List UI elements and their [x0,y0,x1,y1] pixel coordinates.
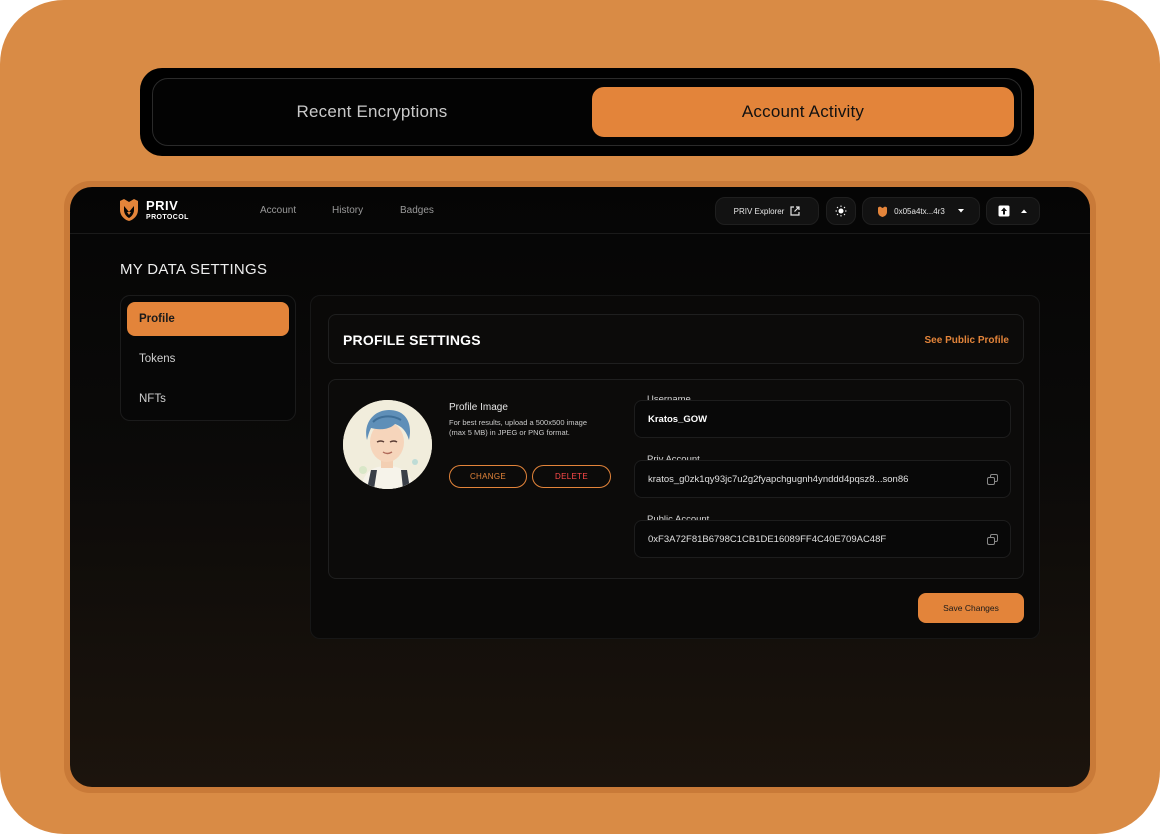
upload-icon [998,205,1010,217]
sun-icon [835,205,847,217]
caret-down-icon [957,209,964,213]
external-link-icon [790,206,800,216]
nav-account[interactable]: Account [260,205,296,216]
view-toggle-track: Recent Encryptions Account Activity [152,78,1022,146]
profile-image-help: For best results, upload a 500x500 image… [449,418,587,437]
nav-badges[interactable]: Badges [400,205,434,216]
wallet-avatar-icon [878,206,888,217]
delete-image-button[interactable]: DELETE [532,465,611,488]
page-title: MY DATA SETTINGS [120,261,268,278]
avatar[interactable] [343,400,432,489]
tab-recent-encryptions[interactable]: Recent Encryptions [161,87,583,137]
profile-header: PROFILE SETTINGS See Public Profile [328,314,1024,364]
priv-account-field: kratos_g0zk1qy93jc7u2g2fyapchgugnh4ynddd… [634,460,1011,498]
settings-sidebar: Profile Tokens NFTs [120,295,296,421]
explorer-label: PRIV Explorer [733,206,785,216]
brand-logo[interactable]: PRIV PROTOCOL [118,198,189,222]
brand-subtitle: PROTOCOL [146,214,189,221]
theme-toggle-button[interactable] [826,197,856,225]
username-field[interactable]: Kratos_GOW [634,400,1011,438]
caret-up-icon [1021,209,1027,213]
wallet-address: 0x05a4tx...4r3 [894,206,945,216]
copy-icon[interactable] [987,534,998,545]
priv-account-value: kratos_g0zk1qy93jc7u2g2fyapchgugnh4ynddd… [648,473,909,485]
fox-shield-icon [120,199,138,221]
brand-title: PRIV [146,198,179,213]
section-title: PROFILE SETTINGS [343,332,481,348]
wallet-dropdown[interactable]: 0x05a4tx...4r3 [862,197,980,225]
username-value: Kratos_GOW [648,413,708,425]
view-toggle: Recent Encryptions Account Activity [140,68,1034,156]
avatar-image [343,400,432,489]
explorer-button[interactable]: PRIV Explorer [715,197,819,225]
upload-dropdown[interactable] [986,197,1040,225]
copy-icon[interactable] [987,474,998,485]
public-account-value: 0xF3A72F81B6798C1CB1DE16089FF4C40E709AC4… [648,533,887,545]
tab-account-activity[interactable]: Account Activity [592,87,1014,137]
navbar: PRIV PROTOCOL Account History Badges PRI… [70,187,1090,234]
nav-history[interactable]: History [332,205,363,216]
sidebar-item-tokens[interactable]: Tokens [127,342,289,376]
see-public-profile-link[interactable]: See Public Profile [925,335,1009,346]
profile-form: Profile Image For best results, upload a… [328,379,1024,579]
sidebar-item-profile[interactable]: Profile [127,302,289,336]
profile-image-label: Profile Image [449,402,508,413]
change-image-button[interactable]: CHANGE [449,465,527,488]
public-account-field: 0xF3A72F81B6798C1CB1DE16089FF4C40E709AC4… [634,520,1011,558]
app-window: PRIV PROTOCOL Account History Badges PRI… [70,187,1090,787]
sidebar-item-nfts[interactable]: NFTs [127,382,289,416]
save-changes-button[interactable]: Save Changes [918,593,1024,623]
profile-settings-panel: PROFILE SETTINGS See Public Profile Prof… [310,295,1040,639]
